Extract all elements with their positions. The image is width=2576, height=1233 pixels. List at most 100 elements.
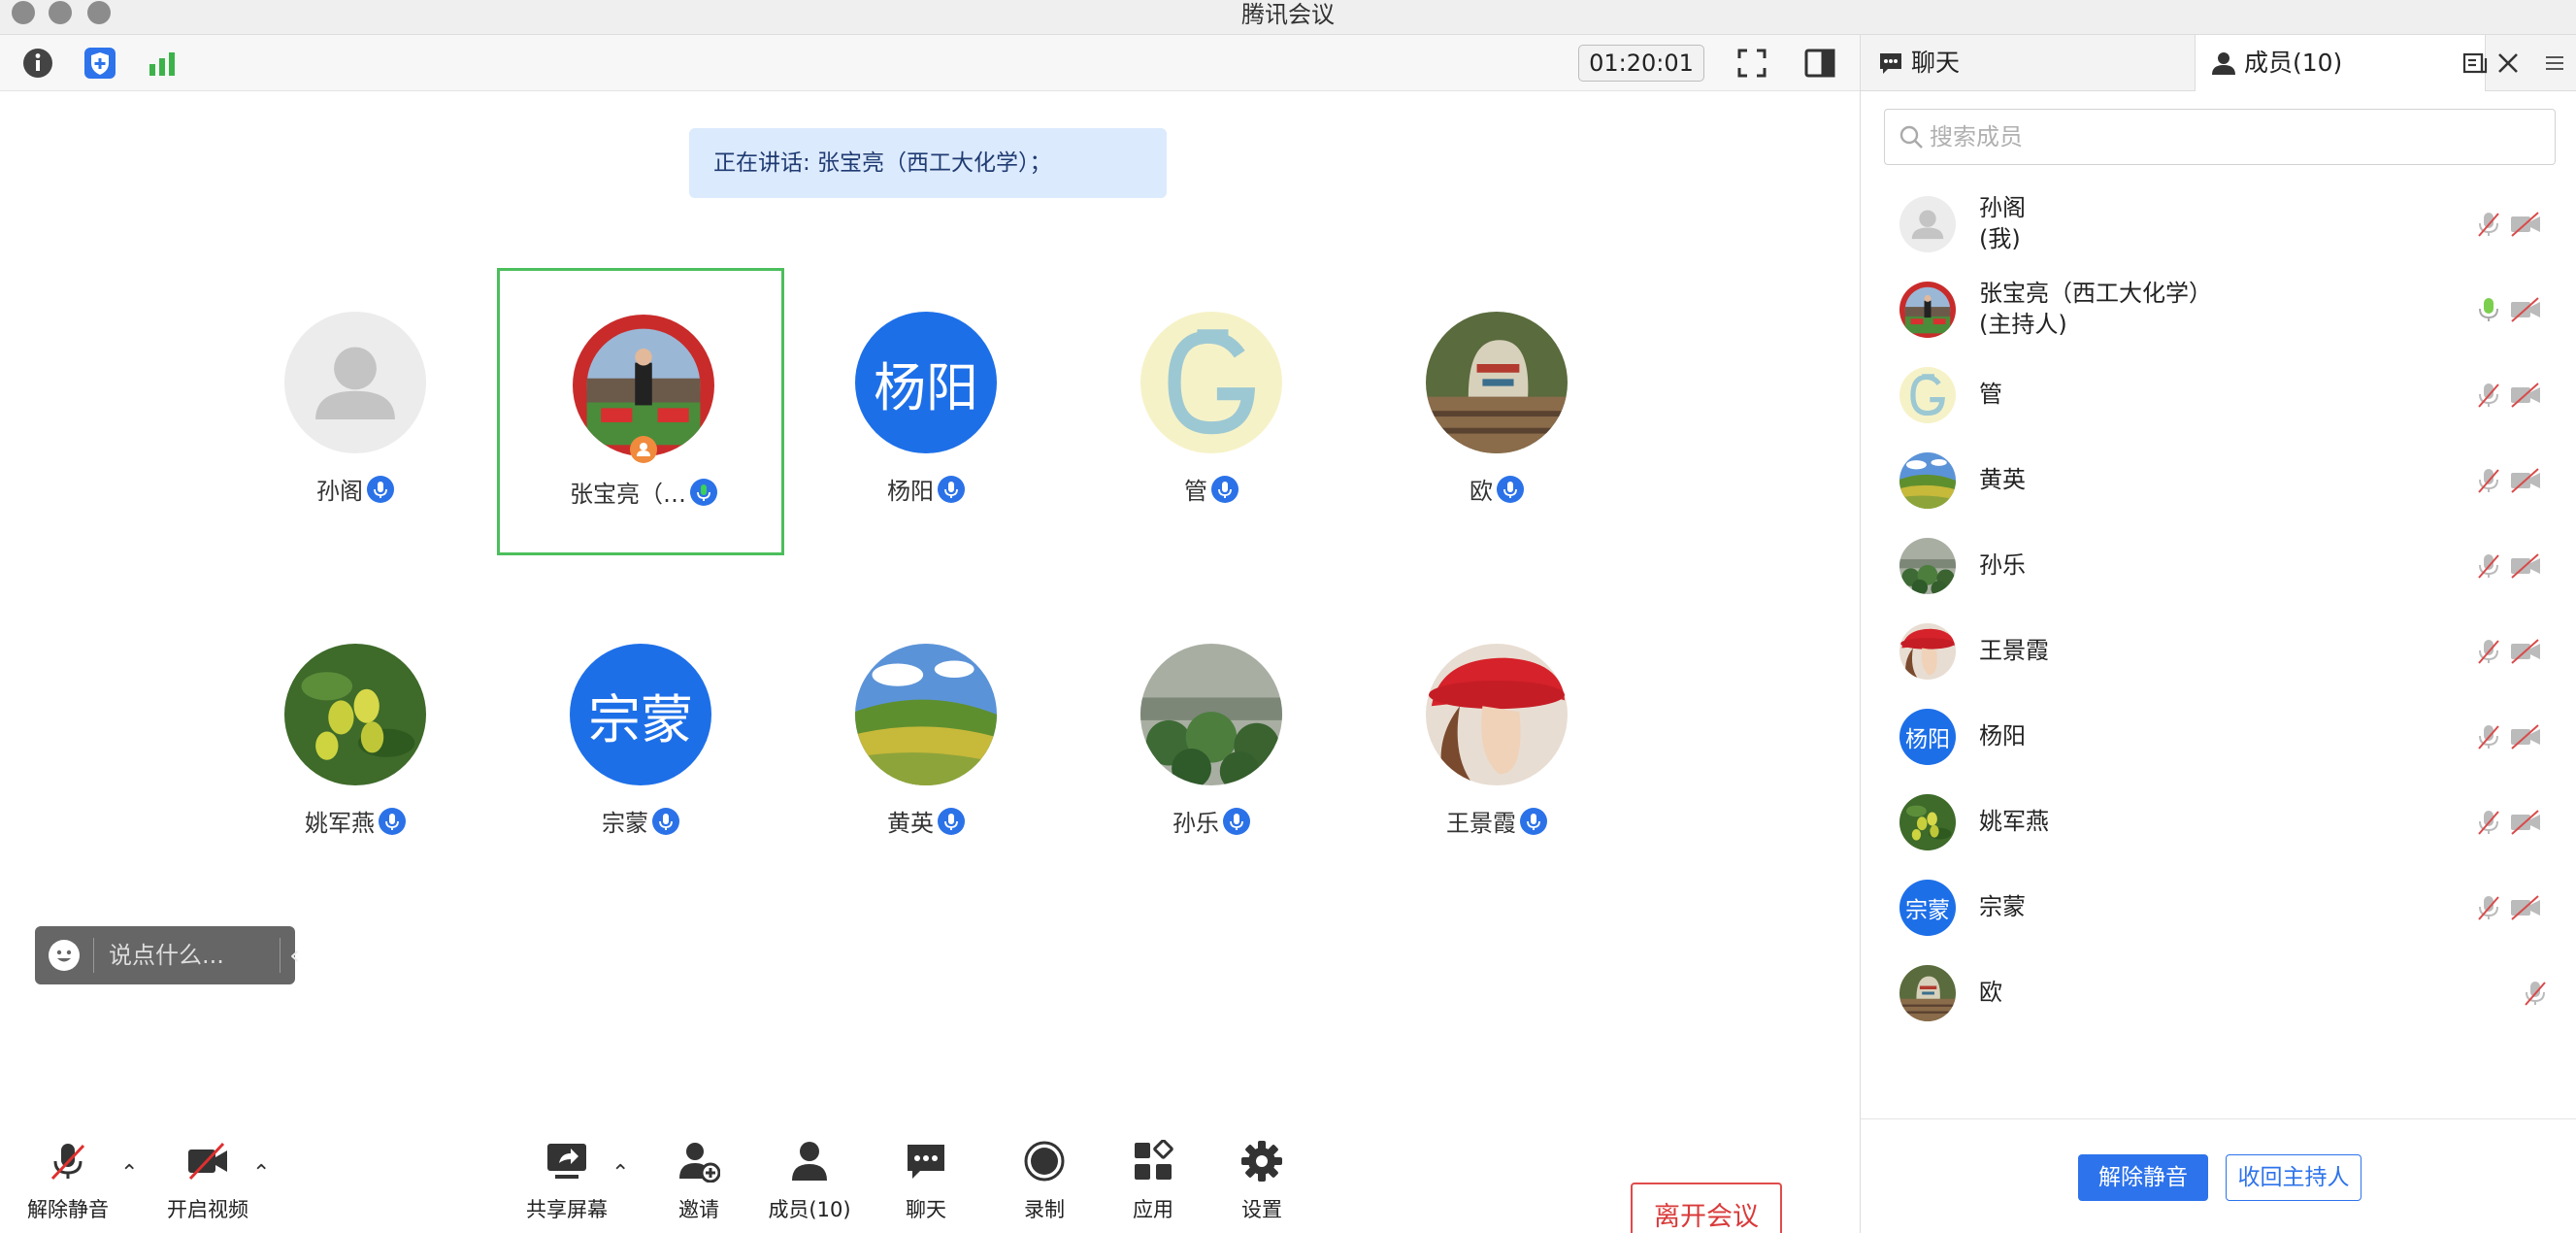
- toggle-sidebar-icon[interactable]: [1801, 45, 1838, 82]
- mic-muted-icon[interactable]: [2474, 722, 2503, 751]
- participant-tile[interactable]: 孙阁: [212, 268, 499, 555]
- unmute-all-button[interactable]: 解除静音: [2078, 1154, 2208, 1201]
- participant-avatar: [284, 644, 426, 785]
- participant-tile[interactable]: 宗蒙 宗蒙: [497, 600, 784, 887]
- mic-status-icon: [1497, 475, 1524, 503]
- tab-members[interactable]: 成员(10): [2195, 35, 2486, 91]
- participant-avatar: [1426, 312, 1568, 453]
- mic-status-icon: [690, 478, 717, 506]
- reclaim-host-button[interactable]: 收回主持人: [2226, 1154, 2361, 1201]
- search-input[interactable]: [1930, 116, 2541, 158]
- unmute-button[interactable]: 解除静音: [19, 1132, 116, 1233]
- divider: [93, 938, 94, 973]
- camera-off-icon[interactable]: [2509, 551, 2542, 581]
- tab-chat[interactable]: 聊天: [1861, 35, 2195, 91]
- participant-name-row: 宗蒙: [497, 804, 784, 838]
- mic-muted-icon[interactable]: [2474, 808, 2503, 837]
- close-panel-icon[interactable]: [2493, 49, 2523, 78]
- start-video-button[interactable]: 开启视频: [159, 1132, 256, 1233]
- participant-name-row: 杨阳: [782, 472, 1070, 506]
- share-screen-button[interactable]: 共享屏幕: [518, 1132, 615, 1233]
- member-row[interactable]: 欧: [1861, 950, 2576, 1035]
- info-icon[interactable]: [19, 45, 56, 82]
- participant-tile[interactable]: 姚军燕: [212, 600, 499, 887]
- mic-muted-icon[interactable]: [2521, 979, 2550, 1008]
- member-row[interactable]: 孙乐: [1861, 522, 2576, 608]
- leave-meeting-button[interactable]: 离开会议: [1631, 1183, 1782, 1233]
- collapse-chevron-icon[interactable]: ‹: [289, 926, 300, 984]
- camera-off-icon[interactable]: [2509, 722, 2542, 751]
- participant-tile[interactable]: 张宝亮（…: [497, 268, 784, 555]
- member-row[interactable]: 管: [1861, 351, 2576, 437]
- fullscreen-icon[interactable]: [1734, 45, 1770, 82]
- settings-button[interactable]: 设置: [1213, 1132, 1310, 1233]
- members-button[interactable]: 成员(10): [761, 1132, 858, 1233]
- camera-off-icon[interactable]: [2509, 295, 2542, 324]
- mic-active-icon[interactable]: [2474, 295, 2503, 324]
- camera-off-icon[interactable]: [2509, 381, 2542, 410]
- video-options-chevron-up-icon[interactable]: ⌃: [252, 1161, 270, 1185]
- member-row[interactable]: 张宝亮（西工大化学） (主持人): [1861, 266, 2576, 351]
- member-row[interactable]: 王景霞: [1861, 608, 2576, 693]
- meeting-top-toolbar: 01:20:01: [0, 35, 1860, 91]
- share-screen-icon: [547, 1144, 586, 1179]
- participant-name: 黄英: [887, 810, 934, 837]
- member-row[interactable]: 黄英: [1861, 437, 2576, 522]
- emoji-icon[interactable]: [49, 940, 80, 971]
- participant-tile[interactable]: 欧: [1353, 268, 1640, 555]
- record-button[interactable]: 录制: [996, 1132, 1093, 1233]
- mic-status-icon: [1223, 807, 1250, 835]
- record-icon: [1024, 1141, 1065, 1182]
- members-panel: 聊天 成员(10) 孙阁 (我) 张宝亮（西工大化学） (主持人) 管黄英孙乐王景霞杨阳…: [1860, 35, 2576, 1233]
- panel-footer: 解除静音 收回主持人: [1861, 1118, 2576, 1233]
- member-row[interactable]: 姚军燕: [1861, 779, 2576, 864]
- camera-off-icon[interactable]: [2509, 637, 2542, 666]
- member-row[interactable]: 杨阳 杨阳: [1861, 693, 2576, 779]
- camera-off-icon[interactable]: [2509, 466, 2542, 495]
- mic-muted-icon[interactable]: [2474, 381, 2503, 410]
- security-shield-icon[interactable]: [82, 45, 118, 82]
- share-options-chevron-up-icon[interactable]: ⌃: [611, 1161, 629, 1185]
- quick-chat-placeholder[interactable]: 说点什么...: [109, 926, 224, 984]
- member-avatar: 宗蒙: [1899, 880, 1956, 936]
- member-row[interactable]: 宗蒙 宗蒙: [1861, 864, 2576, 950]
- member-name-block: 王景霞: [1979, 635, 2049, 666]
- mic-muted-icon[interactable]: [2474, 551, 2503, 581]
- participant-tile[interactable]: 管: [1068, 268, 1355, 555]
- participant-name: 张宝亮（…: [570, 481, 686, 508]
- chat-button[interactable]: 聊天: [877, 1132, 974, 1233]
- participant-avatar: [1140, 312, 1282, 453]
- invite-button[interactable]: 邀请: [650, 1132, 747, 1233]
- mic-muted-icon[interactable]: [2474, 893, 2503, 922]
- participant-tile[interactable]: 孙乐: [1068, 600, 1355, 887]
- mic-muted-icon[interactable]: [2474, 637, 2503, 666]
- participant-name: 姚军燕: [305, 810, 375, 837]
- member-name: 张宝亮（西工大化学）: [1979, 280, 2212, 307]
- tab-chat-label: 聊天: [1910, 49, 1960, 77]
- camera-off-icon[interactable]: [2509, 893, 2542, 922]
- camera-off-icon[interactable]: [2509, 210, 2542, 239]
- quick-chat-bar[interactable]: 说点什么... ‹: [35, 926, 300, 984]
- participant-tile[interactable]: 黄英: [782, 600, 1070, 887]
- chat-bubble-icon: [908, 1145, 944, 1179]
- audio-options-chevron-up-icon[interactable]: ⌃: [120, 1161, 138, 1185]
- member-avatar: [1899, 794, 1956, 850]
- member-avatar: [1899, 538, 1956, 594]
- mic-status-icon: [367, 475, 394, 503]
- participant-avatar: 宗蒙: [570, 644, 711, 785]
- popout-panel-icon[interactable]: [2462, 50, 2488, 76]
- mic-muted-icon[interactable]: [2474, 466, 2503, 495]
- participant-name-row: 管: [1068, 472, 1355, 506]
- network-signal-icon[interactable]: [144, 45, 181, 82]
- participant-tile[interactable]: 王景霞: [1353, 600, 1640, 887]
- camera-off-icon[interactable]: [2509, 808, 2542, 837]
- participant-name-row: 孙乐: [1068, 804, 1355, 838]
- apps-button[interactable]: 应用: [1105, 1132, 1202, 1233]
- menu-icon[interactable]: [2540, 49, 2569, 78]
- member-row[interactable]: 孙阁 (我): [1861, 181, 2576, 266]
- participant-tile[interactable]: 杨阳 杨阳: [782, 268, 1070, 555]
- mic-muted-icon[interactable]: [2474, 210, 2503, 239]
- member-search[interactable]: [1884, 109, 2556, 165]
- member-name: 孙阁: [1979, 194, 2026, 221]
- member-avatar: [1899, 452, 1956, 509]
